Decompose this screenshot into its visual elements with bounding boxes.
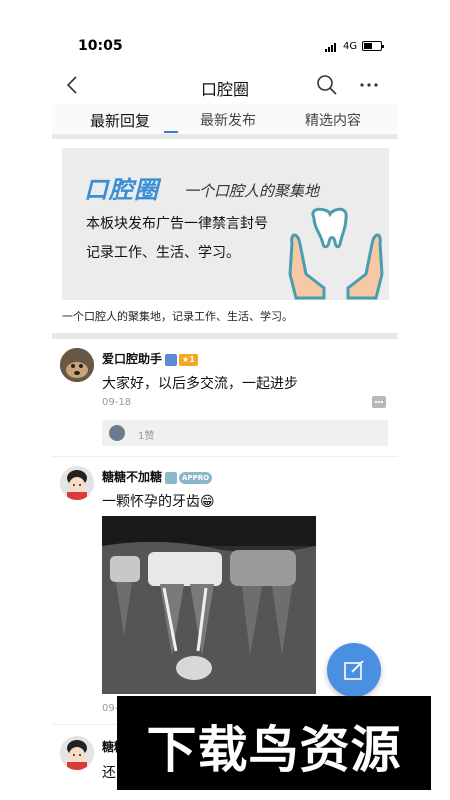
status-time: 10:05	[78, 38, 123, 54]
watermark: 下载鸟资源	[117, 696, 431, 790]
post-content: 还	[102, 765, 116, 781]
more-icon[interactable]	[357, 74, 381, 96]
signal-icon	[325, 42, 336, 52]
nav-bar: 口腔圈	[52, 70, 398, 102]
tab-latest-posts[interactable]: 最新发布	[200, 110, 256, 130]
avatar[interactable]	[60, 736, 94, 770]
status-bar: 10:05 4G	[0, 0, 450, 70]
banner-notice: 本板块发布广告一律禁言封号	[86, 216, 268, 232]
banner-slogan: 一个口腔人的聚集地	[184, 182, 320, 200]
banner-motto: 记录工作、生活、学习。	[86, 245, 240, 261]
post-date: 09-	[102, 703, 119, 714]
edit-icon	[344, 660, 364, 680]
compose-button[interactable]	[327, 643, 381, 697]
tooth-hands-icon	[288, 207, 384, 300]
circle-banner[interactable]: 口腔圈 一个口腔人的聚集地 本板块发布广告一律禁言封号 记录工作、生活、学习。	[62, 148, 389, 300]
app-badge: APPRO	[179, 471, 213, 484]
avatar[interactable]	[60, 466, 94, 500]
likes-bar[interactable]: 1赞	[102, 420, 388, 446]
post-content: 大家好，以后多交流，一起进步	[102, 376, 298, 392]
dental-xray-image[interactable]	[102, 516, 316, 694]
page-title: 口腔圈	[200, 80, 249, 99]
tooth-badge-icon	[165, 471, 178, 484]
tab-bar: 最新回复 最新发布 精选内容	[52, 104, 398, 138]
post-date: 09-18	[102, 397, 132, 408]
post-content: 一颗怀孕的牙齿😁	[102, 494, 215, 510]
post-item[interactable]: 爱口腔助手 ★1 大家好，以后多交流，一起进步 09-18 1赞	[52, 340, 398, 455]
comment-icon[interactable]	[372, 396, 386, 408]
battery-icon	[362, 41, 384, 51]
level-badge: ★1	[179, 353, 198, 366]
tab-latest-replies[interactable]: 最新回复	[90, 110, 150, 131]
active-tab-indicator	[164, 131, 178, 133]
divider	[52, 456, 398, 457]
tooth-badge-icon	[165, 353, 178, 366]
circle-description: 一个口腔人的聚集地，记录工作、生活、学习。	[62, 310, 293, 323]
tab-featured[interactable]: 精选内容	[305, 110, 361, 130]
likes-count: 1赞	[138, 431, 155, 442]
username-text: 糖糖不加糖	[102, 470, 163, 484]
username-text: 爱口腔助手	[102, 352, 163, 366]
post-username[interactable]: 糖糖不加糖 APPRO	[102, 468, 213, 485]
watermark-text: 下载鸟资源	[146, 721, 402, 779]
avatar[interactable]	[60, 348, 94, 382]
post-username[interactable]: 爱口腔助手 ★1	[102, 350, 198, 367]
banner-logo: 口腔圈	[84, 176, 159, 204]
network-type: 4G	[343, 41, 358, 52]
search-icon[interactable]	[316, 74, 338, 96]
liker-avatar	[109, 425, 125, 441]
divider	[52, 134, 398, 139]
divider	[52, 333, 398, 339]
